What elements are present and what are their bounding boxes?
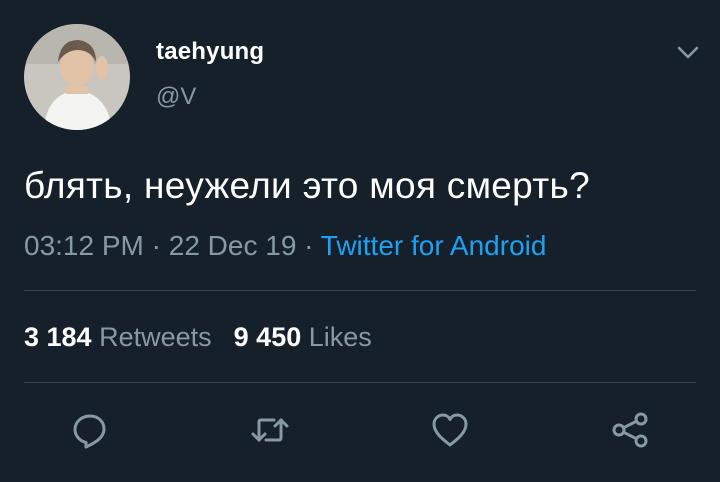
tweet-time: 03:12 PM <box>24 230 144 261</box>
meta-separator: · <box>296 230 321 261</box>
tweet-date: 22 Dec 19 <box>168 230 297 261</box>
reply-icon[interactable] <box>70 410 110 450</box>
avatar[interactable] <box>24 24 130 130</box>
retweets-count: 3 184 <box>24 322 92 352</box>
tweet-source-link[interactable]: Twitter for Android <box>321 230 547 261</box>
likes-count: 9 450 <box>233 322 302 352</box>
tweet-stats: 3 184 Retweets 9 450 Likes <box>24 322 372 353</box>
share-icon[interactable] <box>610 410 650 450</box>
retweet-icon[interactable] <box>250 410 290 450</box>
meta-separator: · <box>143 230 169 261</box>
divider <box>24 290 696 291</box>
tweet-text: блять, неужели это моя смерть? <box>24 165 590 206</box>
divider <box>24 382 696 383</box>
likes-stat[interactable]: 9 450 Likes <box>234 322 372 352</box>
likes-label: Likes <box>308 322 372 352</box>
heart-icon[interactable] <box>430 410 470 450</box>
avatar-image <box>24 24 130 130</box>
retweets-label: Retweets <box>99 322 212 352</box>
display-name[interactable]: taehyung <box>156 38 264 66</box>
tweet-meta: 03:12 PM · 22 Dec 19 · Twitter for Andro… <box>24 230 546 262</box>
user-handle[interactable]: @V <box>156 83 196 111</box>
retweets-stat[interactable]: 3 184 Retweets <box>24 322 212 352</box>
chevron-down-icon[interactable] <box>672 36 704 68</box>
